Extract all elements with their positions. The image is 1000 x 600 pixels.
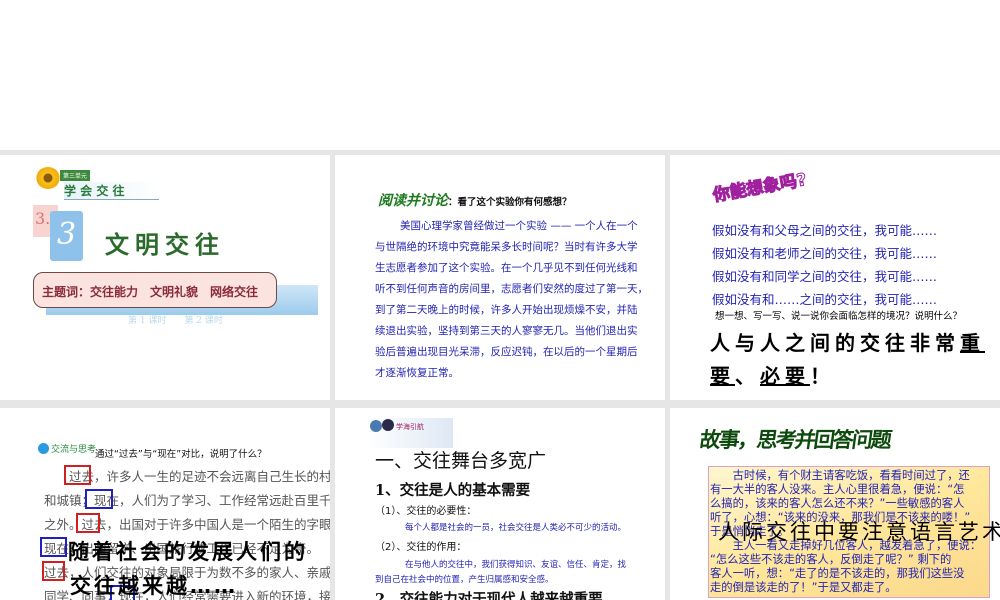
reading-line: 生志愿者参加了这个实验。在一个几乎见不到任何光线和 — [375, 262, 638, 274]
overlay-text: 随着社会的发展人们的 — [68, 540, 308, 564]
students-icon: 学海引航 — [368, 418, 453, 448]
conclusion-text: 人与人之间的交往非常重要、必要！ — [710, 327, 1000, 393]
slide-thumbnail-5[interactable]: 学海引航 一、交往舞台多宽广 1、交往是人的基本需要 （1）、交往的必要性： 每… — [335, 408, 665, 600]
discuss-badge: 交流与思考 — [51, 445, 97, 455]
slide-thumbnail-4[interactable]: 交流与思考 通过“过去”与“现在”对比，说明了什么？ 过去，许多人一生的足迹不会… — [0, 408, 330, 600]
slide-thumbnail-2[interactable]: 阅读并讨论：看了这个实验你有何感想？ 美国心理学家曾经做过一个实验 —— 一个人… — [335, 155, 665, 400]
reading-heading: 阅读并讨论 — [378, 193, 448, 209]
conclusion-punct: ！ — [810, 364, 835, 388]
flower-icon — [36, 167, 60, 189]
story-line: 么搞的，该来的客人怎么还不来？”一些敏感的客人 — [710, 497, 965, 510]
logo-label: 学海引航 — [396, 423, 424, 431]
wordart-title: 你能想象吗? — [711, 169, 809, 207]
imagine-line: 假如没有和同学之间的交往，我可能…… — [712, 269, 938, 284]
conclusion-part: 人与人之间的交往非常 — [710, 331, 960, 355]
slide-thumbnail-6[interactable]: 故事，思考并回答问题 古时候，有个财主请客吃饭，看看时间过了，还 有一大半的客人… — [670, 408, 1000, 600]
reading-line: 才逐渐恢复正常。 — [375, 367, 459, 379]
keywords-box: 主题词：交往能力 文明礼貌 网络交往 — [33, 272, 277, 308]
reading-line: 续退出实验，坚持到第三天的人寥寥无几。当他们退出实 — [375, 325, 638, 337]
imagine-line: 假如没有和……之间的交往，我可能…… — [712, 292, 938, 307]
point-text: 到自己在社会中的位置，产生归属感和安全感。 — [375, 575, 554, 585]
subsection-heading: 1、交往是人的基本需要 — [375, 482, 531, 499]
reading-line: 验后普遍出现目光呆滞，反应迟钝，在以后的一个星期后 — [375, 346, 638, 358]
conclusion-punct: 、 — [735, 364, 760, 388]
highlight-box-blue — [85, 489, 113, 509]
highlight-box-blue — [40, 537, 67, 557]
story-line: 客人一听，想：“走了的是不该走的，那我们这些没 — [710, 567, 965, 580]
section-heading: 一、交往舞台多宽广 — [375, 450, 547, 472]
prompt-text: 想一想、写一写、说一说你会面临怎样的境况？说明什么？ — [715, 311, 963, 322]
subsection-heading: 2、交往能力对于现代人越来越重要 — [375, 591, 603, 600]
story-line: “怎么这些不该走的客人，反倒走了呢？” 剩下的 — [710, 553, 952, 566]
wordart-title: 故事，思考并回答问题 — [698, 428, 892, 452]
imagine-line: 假如没有和老师之间的交往，我可能…… — [712, 246, 938, 261]
reading-question: ：看了这个实验你有何感想？ — [448, 197, 572, 208]
conclusion-underlined: 必要 — [760, 364, 810, 388]
highlight-box-red — [42, 561, 65, 581]
lesson-title: 文明交往 — [105, 230, 225, 259]
unit-label: 第三单元 — [60, 170, 91, 181]
story-line: 有一大半的客人没来。主人心里很着急，便说：“怎 — [710, 483, 965, 496]
reading-line: 听不到任何声音的房间里，志愿者们安然的度过了第一天， — [375, 283, 648, 295]
slide-heading: 阅读并讨论：看了这个实验你有何感想？ — [378, 190, 572, 210]
slide-thumbnail-1[interactable]: 第三单元 学 会 交 往 3. 3 文明交往 主题词：交往能力 文明礼貌 网络交… — [0, 155, 330, 400]
pencil-icon — [38, 443, 49, 454]
reading-line: 与世隔绝的环境中究竟能呆多长时间呢？当时有许多大学 — [375, 241, 638, 253]
blue-number: 3 — [50, 211, 83, 261]
point-text: 在与他人的交往中，我们获得知识、友谊、信任、肯定，找 — [405, 560, 627, 570]
overlay-text: 人际交往中要注意语言艺术。 — [718, 520, 1000, 544]
discuss-question: 通过“过去”与“现在”对比，说明了什么？ — [95, 449, 267, 460]
student-head — [370, 420, 382, 432]
reading-line: 到了第二天晚上的时候，许多人开始出现烦燥不安，并陆 — [375, 304, 638, 316]
unit-title: 学 会 交 往 — [64, 182, 159, 200]
overlay-text: 交往越来越…… — [70, 574, 238, 598]
imagine-line: 假如没有和父母之间的交往，我可能…… — [712, 223, 938, 238]
point-heading: （2）、交往的作用： — [375, 542, 467, 553]
highlight-box-red — [64, 465, 91, 485]
lesson-links[interactable]: 第 1 课时 第 2 课时 — [128, 313, 223, 326]
point-heading: （1）、交往的必要性： — [375, 506, 477, 517]
highlight-box-red — [76, 513, 100, 533]
story-line: 走的倒是该走的了！”于是又都走了。 — [710, 581, 897, 594]
reading-line: 美国心理学家曾经做过一个实验 —— 一个人在一个 — [400, 220, 638, 232]
blank-header-area — [0, 0, 1000, 150]
student-head — [382, 419, 394, 431]
point-text: 每个人都是社会的一员，社会交往是人类必不可少的活动。 — [405, 523, 627, 533]
slide-thumbnail-3[interactable]: 你能想象吗? 假如没有和父母之间的交往，我可能…… 假如没有和老师之间的交往，我… — [670, 155, 1000, 400]
story-line: 古时候，有个财主请客吃饭，看看时间过了，还 — [710, 469, 970, 482]
